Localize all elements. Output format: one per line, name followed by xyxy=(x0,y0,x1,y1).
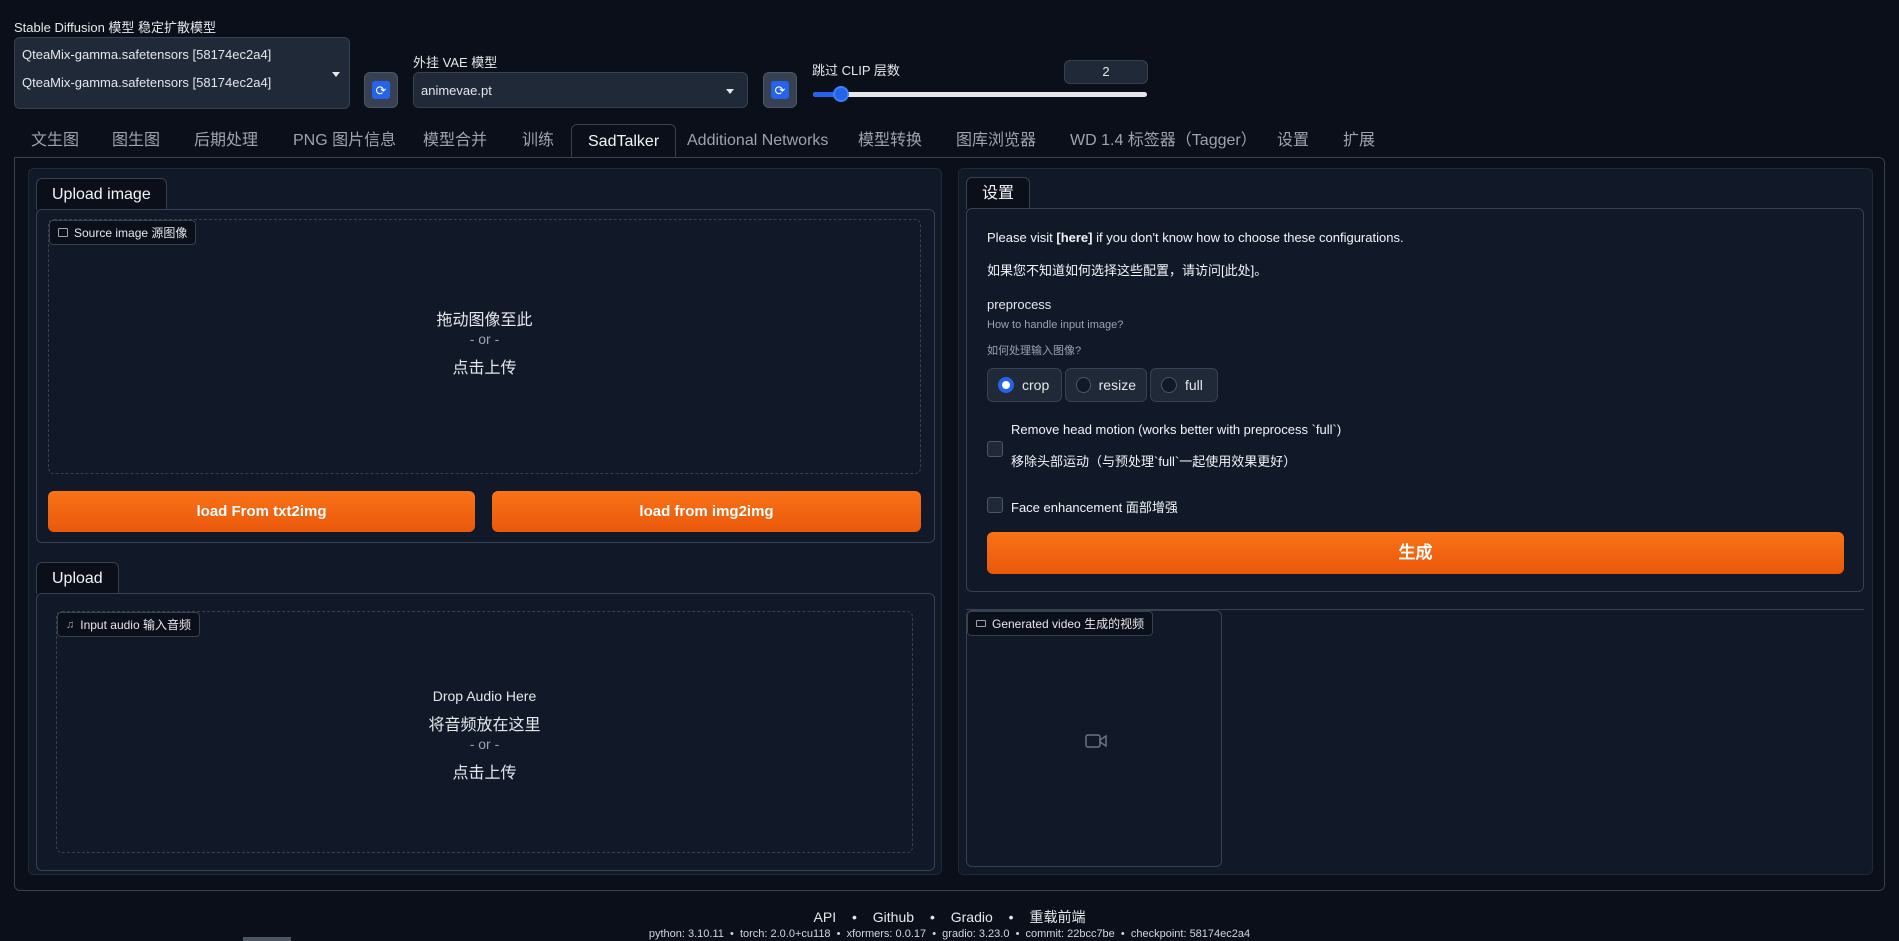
footer-links: API • Github • Gradio • 重载前端 xyxy=(0,907,1899,927)
vae-select[interactable]: animevae.pt xyxy=(413,72,748,108)
tab-png-info[interactable]: PNG 图片信息 xyxy=(293,126,396,156)
model-value-1: QteaMix-gamma.safetensors [58174ec2a4] xyxy=(22,47,271,62)
model-select[interactable]: QteaMix-gamma.safetensors [58174ec2a4] Q… xyxy=(14,37,350,109)
footer-sep: • xyxy=(852,909,857,925)
vae-refresh-button[interactable]: ⟳ xyxy=(763,72,797,108)
model-refresh-button[interactable]: ⟳ xyxy=(364,72,398,108)
visit-info-cn: 如果您不知道如何选择这些配置，请访问[此处]。 xyxy=(987,260,1267,279)
tab-extensions[interactable]: 扩展 xyxy=(1343,126,1375,156)
here-link[interactable]: [here] xyxy=(1056,230,1092,245)
tab-settings-panel[interactable]: 设置 xyxy=(966,177,1030,209)
image-dropzone[interactable]: Source image 源图像 拖动图像至此 - or - 点击上传 xyxy=(48,219,921,474)
tab-img2img[interactable]: 图生图 xyxy=(112,126,160,156)
radio-resize[interactable]: resize xyxy=(1065,368,1147,402)
drop-audio-cn-text: 将音频放在这里 xyxy=(57,711,912,735)
preprocess-help-cn: 如何处理输入图像? xyxy=(987,342,1081,358)
music-note-icon: ♫ xyxy=(66,619,74,631)
radio-crop[interactable]: crop xyxy=(987,368,1062,402)
tab-txt2img[interactable]: 文生图 xyxy=(31,126,79,156)
tab-tagger[interactable]: WD 1.4 标签器（Tagger） xyxy=(1070,126,1257,156)
input-audio-chip: ♫ Input audio 输入音频 xyxy=(57,612,200,637)
footer-reload-ui-link[interactable]: 重载前端 xyxy=(1029,909,1085,925)
audio-dropzone[interactable]: ♫ Input audio 输入音频 Drop Audio Here 将音频放在… xyxy=(56,611,913,853)
tab-upload-image[interactable]: Upload image xyxy=(36,178,167,210)
video-placeholder-icon xyxy=(1085,733,1107,752)
drop-image-or: - or - xyxy=(49,331,920,347)
radio-dot xyxy=(1076,377,1091,393)
source-image-chip: Source image 源图像 xyxy=(49,220,196,245)
generated-video-label: Generated video 生成的视频 xyxy=(992,615,1144,632)
footer-github-link[interactable]: Github xyxy=(873,909,914,925)
drop-audio-text: Drop Audio Here xyxy=(57,688,912,704)
audio-click-upload-text: 点击上传 xyxy=(57,759,912,783)
footer-api-link[interactable]: API xyxy=(814,909,837,925)
source-image-label: Source image 源图像 xyxy=(74,224,187,241)
generated-video-block: Generated video 生成的视频 xyxy=(966,610,1222,867)
scrollbar-thumb[interactable] xyxy=(243,937,291,941)
clip-slider-track[interactable] xyxy=(813,92,1147,97)
video-camera-icon xyxy=(976,620,986,627)
radio-crop-label: crop xyxy=(1022,377,1049,393)
tab-extras[interactable]: 后期处理 xyxy=(194,126,258,156)
refresh-icon: ⟳ xyxy=(372,81,390,99)
radio-resize-label: resize xyxy=(1099,377,1136,393)
image-icon xyxy=(58,228,68,237)
visit-suffix: if you don't know how to choose these co… xyxy=(1093,230,1404,245)
tab-train[interactable]: 训练 xyxy=(522,126,554,156)
input-audio-label: Input audio 输入音频 xyxy=(80,616,191,633)
chevron-down-icon xyxy=(726,89,734,94)
chevron-down-icon xyxy=(332,72,340,77)
load-from-img2img-button[interactable]: load from img2img xyxy=(492,491,921,532)
radio-dot-selected xyxy=(998,377,1014,393)
head-motion-label-cn: 移除头部运动（与预处理`full`一起使用效果更好） xyxy=(1011,451,1296,470)
tab-sadtalker[interactable]: SadTalker xyxy=(571,124,676,158)
footer-sep: • xyxy=(930,909,935,925)
refresh-icon: ⟳ xyxy=(771,81,789,99)
visit-info-line: Please visit [here] if you don't know ho… xyxy=(987,230,1404,245)
face-enhance-checkbox[interactable] xyxy=(987,497,1003,513)
drop-image-text: 拖动图像至此 xyxy=(49,306,920,330)
radio-dot xyxy=(1161,377,1177,393)
preprocess-help: How to handle input image? xyxy=(987,319,1123,331)
head-motion-checkbox[interactable] xyxy=(987,441,1003,457)
click-upload-text: 点击上传 xyxy=(49,354,920,378)
model-value-2: QteaMix-gamma.safetensors [58174ec2a4] xyxy=(22,75,271,90)
preprocess-label: preprocess xyxy=(987,297,1051,312)
load-from-txt2img-button[interactable]: load From txt2img xyxy=(48,491,475,532)
tab-image-browser[interactable]: 图库浏览器 xyxy=(956,126,1036,156)
head-motion-label: Remove head motion (works better with pr… xyxy=(1011,422,1341,437)
model-label: Stable Diffusion 模型 稳定扩散模型 xyxy=(14,17,216,36)
radio-full-label: full xyxy=(1185,377,1203,393)
tab-checkpoint-merger[interactable]: 模型合并 xyxy=(423,126,487,156)
tab-settings[interactable]: 设置 xyxy=(1277,126,1309,156)
tab-upload[interactable]: Upload xyxy=(36,562,119,594)
generate-button[interactable]: 生成 xyxy=(987,532,1844,574)
clip-slider-thumb[interactable] xyxy=(833,86,849,102)
vae-value: animevae.pt xyxy=(421,83,492,98)
radio-full[interactable]: full xyxy=(1150,368,1218,402)
tab-model-converter[interactable]: 模型转换 xyxy=(858,126,922,156)
face-enhance-label: Face enhancement 面部增强 xyxy=(1011,497,1178,516)
generated-video-chip: Generated video 生成的视频 xyxy=(967,611,1153,636)
drop-audio-or: - or - xyxy=(57,736,912,752)
clip-label: 跳过 CLIP 层数 xyxy=(812,60,900,79)
tab-additional-networks[interactable]: Additional Networks xyxy=(687,126,828,156)
footer-gradio-link[interactable]: Gradio xyxy=(951,909,993,925)
clip-number-input[interactable]: 2 xyxy=(1064,60,1148,84)
footer-sep: • xyxy=(1009,909,1014,925)
visit-prefix: Please visit xyxy=(987,230,1056,245)
vae-label: 外挂 VAE 模型 xyxy=(413,52,497,71)
